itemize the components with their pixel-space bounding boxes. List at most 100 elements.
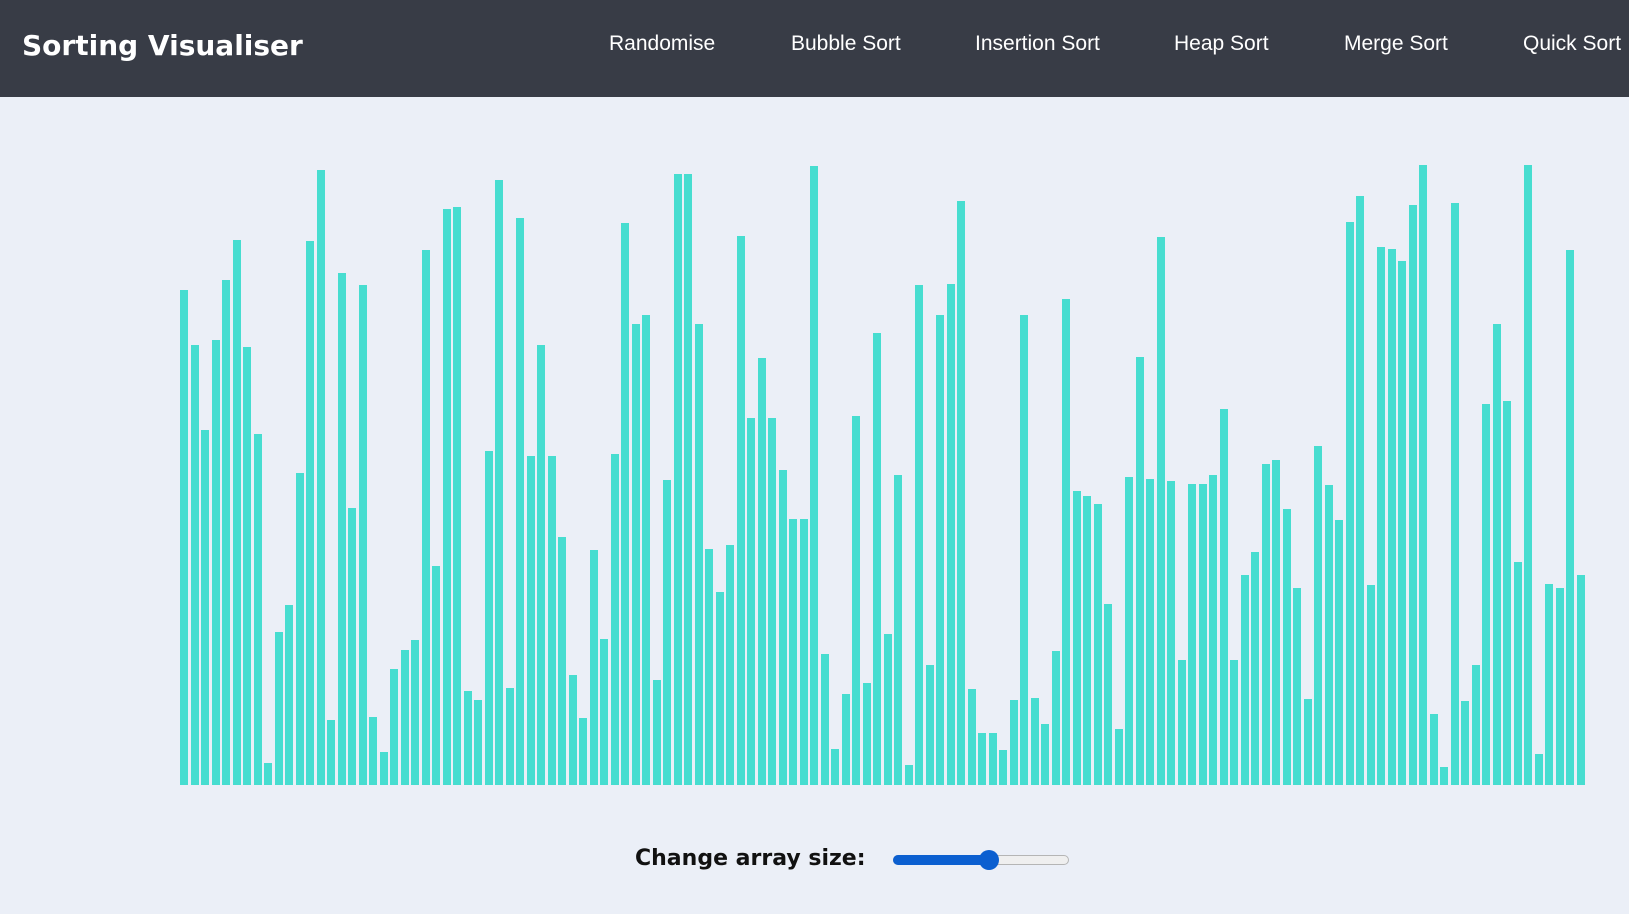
array-bar	[1524, 165, 1532, 785]
array-bar	[957, 201, 965, 785]
array-bar	[1156, 237, 1165, 785]
array-bar	[831, 749, 839, 785]
array-bar	[610, 454, 619, 785]
array-bar	[222, 280, 230, 785]
array-bar	[1083, 496, 1091, 785]
array-bar	[684, 174, 692, 785]
heap-sort-button[interactable]: Heap Sort	[1174, 30, 1269, 58]
array-bar	[274, 632, 283, 785]
array-bar	[1303, 699, 1312, 785]
array-bar	[558, 537, 566, 785]
array-bar	[201, 430, 209, 785]
array-bar	[463, 691, 472, 785]
bubble-sort-button[interactable]: Bubble Sort	[791, 30, 901, 58]
array-bar	[1125, 477, 1133, 785]
quick-sort-button[interactable]: Quick Sort	[1523, 30, 1621, 58]
array-bar	[810, 166, 818, 785]
array-bar	[978, 733, 986, 785]
array-bar	[1198, 484, 1207, 785]
array-bar	[337, 273, 346, 785]
array-size-slider[interactable]	[893, 850, 1069, 870]
array-bar	[1429, 714, 1438, 785]
array-bar	[820, 654, 829, 785]
array-bar	[1419, 165, 1427, 785]
array-bar	[642, 315, 650, 785]
app-title: Sorting Visualiser	[22, 29, 303, 62]
array-bar	[1030, 698, 1039, 785]
array-bar	[663, 480, 671, 785]
array-bar	[1471, 665, 1480, 785]
array-bar	[705, 549, 713, 785]
array-bar	[1230, 660, 1238, 785]
array-bar	[1482, 404, 1490, 785]
array-bar	[484, 451, 493, 785]
array-bar	[579, 718, 587, 785]
array-bar	[1503, 401, 1511, 785]
array-bar	[852, 416, 860, 785]
array-bar	[904, 765, 913, 785]
array-bar	[946, 284, 955, 785]
array-bar	[369, 717, 377, 785]
array-bar	[1545, 584, 1553, 785]
array-bar	[526, 456, 535, 785]
array-bar	[211, 340, 220, 785]
array-bar	[883, 634, 892, 785]
array-bar	[495, 180, 503, 785]
array-bar	[232, 240, 241, 785]
array-bar	[243, 347, 251, 785]
array-bar	[1261, 464, 1270, 785]
array-bar	[694, 324, 703, 785]
array-bar	[253, 434, 262, 785]
array-bar	[1387, 249, 1396, 785]
array-bar	[1513, 562, 1522, 785]
array-bar	[1177, 660, 1186, 785]
slider-thumb[interactable]	[979, 850, 999, 870]
array-bar	[1366, 585, 1375, 785]
randomise-button[interactable]: Randomise	[609, 30, 715, 58]
array-bar	[736, 236, 745, 785]
array-bar	[894, 475, 902, 785]
array-bar	[400, 650, 409, 785]
array-bar	[390, 669, 398, 785]
array-bar	[295, 473, 304, 785]
array-bar	[1209, 475, 1217, 785]
array-bar	[988, 733, 997, 785]
array-bar	[1377, 247, 1385, 785]
array-bar	[1314, 446, 1322, 785]
array-bar	[1450, 203, 1459, 785]
array-bar	[1093, 504, 1102, 785]
array-bar	[1408, 205, 1417, 785]
array-bar	[190, 345, 199, 785]
array-bar	[915, 285, 923, 785]
insertion-sort-button[interactable]: Insertion Sort	[975, 30, 1100, 58]
array-bar	[264, 763, 272, 785]
array-bar	[358, 285, 367, 785]
array-bar	[600, 639, 608, 785]
array-bar	[1335, 520, 1343, 785]
array-bar	[180, 290, 188, 785]
array-bar	[316, 170, 325, 785]
array-bar	[1167, 481, 1175, 785]
array-bar	[799, 519, 808, 785]
array-bar	[547, 456, 556, 785]
array-size-label: Change array size:	[635, 846, 866, 871]
array-bar	[474, 700, 482, 785]
array-bar	[1345, 222, 1354, 785]
array-bar	[1041, 724, 1049, 785]
array-bar	[568, 675, 577, 785]
array-bar	[1398, 261, 1406, 785]
array-bar	[306, 241, 314, 785]
array-bar	[747, 418, 755, 785]
array-bar	[652, 680, 661, 785]
array-bar	[1461, 701, 1469, 785]
array-bar	[1062, 299, 1070, 785]
array-bar	[1576, 575, 1585, 785]
array-bars	[180, 150, 1585, 785]
merge-sort-button[interactable]: Merge Sort	[1344, 30, 1448, 58]
array-bar	[505, 688, 514, 785]
array-bar	[1324, 485, 1333, 785]
array-bar	[621, 223, 629, 785]
array-bar	[999, 750, 1007, 785]
array-bar	[1051, 651, 1060, 785]
array-bar	[1188, 484, 1196, 785]
